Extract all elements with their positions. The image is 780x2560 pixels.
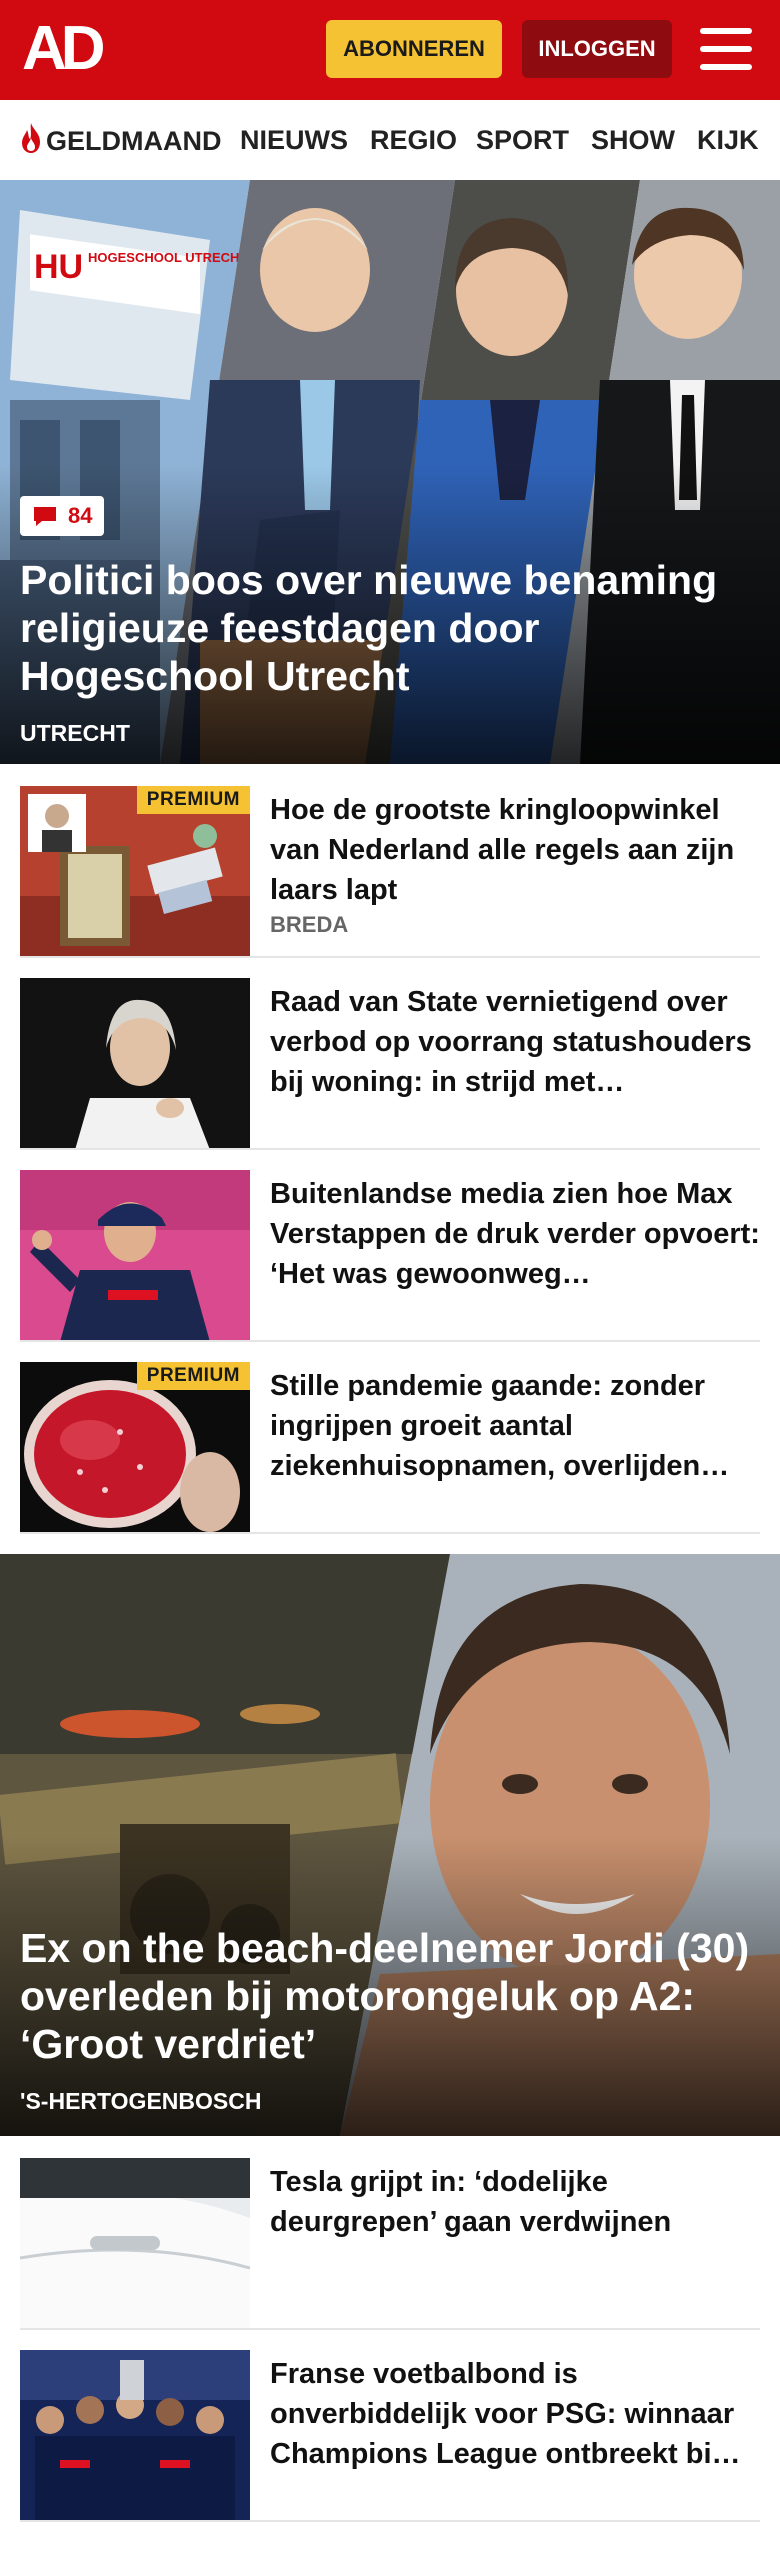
article-title[interactable]: Buitenlandse media zien hoe Max Verstapp… <box>270 1174 760 1294</box>
premium-badge: PREMIUM <box>136 786 250 814</box>
thumb-petri-dish: PREMIUM <box>20 1362 250 1534</box>
list-item[interactable]: PREMIUM Stille pandemie gaande: zonder i… <box>20 1362 760 1534</box>
article-title[interactable]: Stille pandemie gaande: zonder ingrijpen… <box>270 1366 760 1486</box>
thumb-tesla <box>20 2158 250 2330</box>
list-item[interactable]: Tesla grijpt in: ‘dodelijke deurgrepen’ … <box>20 2158 760 2330</box>
login-button[interactable]: INLOGGEN <box>522 20 672 78</box>
article-title[interactable]: Franse voetbalbond is onverbiddelijk voo… <box>270 2354 760 2474</box>
menu-icon[interactable] <box>700 26 752 72</box>
flame-icon <box>22 123 40 153</box>
nav-item-kijk[interactable]: KIJK <box>697 122 759 158</box>
hero-article-jordi[interactable]: Ex on the beach-deelnemer Jordi (30) ove… <box>0 1554 780 2136</box>
article-title[interactable]: Raad van State vernietigend over verbod … <box>270 982 760 1102</box>
divider <box>20 1148 760 1150</box>
list-item[interactable]: Raad van State vernietigend over verbod … <box>20 978 760 1150</box>
hero-headline[interactable]: Ex on the beach-deelnemer Jordi (30) ove… <box>20 1924 750 2068</box>
article-title[interactable]: Hoe de grootste kringloopwinkel van Nede… <box>270 790 760 910</box>
article-location: BREDA <box>270 912 349 937</box>
hero-location: UTRECHT <box>20 720 130 746</box>
nav-item-sport[interactable]: SPORT <box>476 122 569 158</box>
nav-item-geldmaand[interactable]: GELDMAAND <box>18 122 222 158</box>
section-nav: GELDMAAND NIEUWS REGIO SPORT SHOW KIJK <box>0 100 780 181</box>
divider <box>20 1532 760 1534</box>
thumb-kringloop: PREMIUM <box>20 786 250 958</box>
divider <box>20 1340 760 1342</box>
thumb-psg <box>20 2350 250 2522</box>
subscribe-button[interactable]: ABONNEREN <box>326 20 502 78</box>
divider <box>20 2520 760 2522</box>
thumb-raad-van-state <box>20 978 250 1150</box>
comment-count-badge[interactable]: 84 <box>20 496 105 536</box>
divider <box>20 956 760 958</box>
svg-text:HOGESCHOOL UTRECHT: HOGESCHOOL UTRECHT <box>88 250 247 265</box>
ad-logo[interactable]: AD <box>22 18 118 80</box>
premium-badge: PREMIUM <box>136 1362 250 1390</box>
nav-item-nieuws[interactable]: NIEUWS <box>240 122 348 158</box>
nav-item-show[interactable]: SHOW <box>591 122 675 158</box>
article-title[interactable]: Tesla grijpt in: ‘dodelijke deurgrepen’ … <box>270 2162 760 2242</box>
thumb-verstappen <box>20 1170 250 1342</box>
nav-item-regio[interactable]: REGIO <box>370 122 457 158</box>
hero-location: 'S-HERTOGENBOSCH <box>20 2088 262 2114</box>
top-bar: AD ABONNEREN INLOGGEN <box>0 0 780 100</box>
hero-headline[interactable]: Politici boos over nieuwe benaming relig… <box>20 556 750 700</box>
hero-article-hogeschool[interactable]: HU HOGESCHOOL UTRECHT 84 Politici boos o… <box>0 180 780 764</box>
list-item[interactable]: PREMIUM Hoe de grootste kringloopwinkel … <box>20 786 760 958</box>
list-item[interactable]: Franse voetbalbond is onverbiddelijk voo… <box>20 2350 760 2522</box>
comment-icon <box>34 507 56 526</box>
list-item[interactable]: Buitenlandse media zien hoe Max Verstapp… <box>20 1170 760 1342</box>
divider <box>20 2328 760 2330</box>
svg-text:HU: HU <box>34 248 83 286</box>
